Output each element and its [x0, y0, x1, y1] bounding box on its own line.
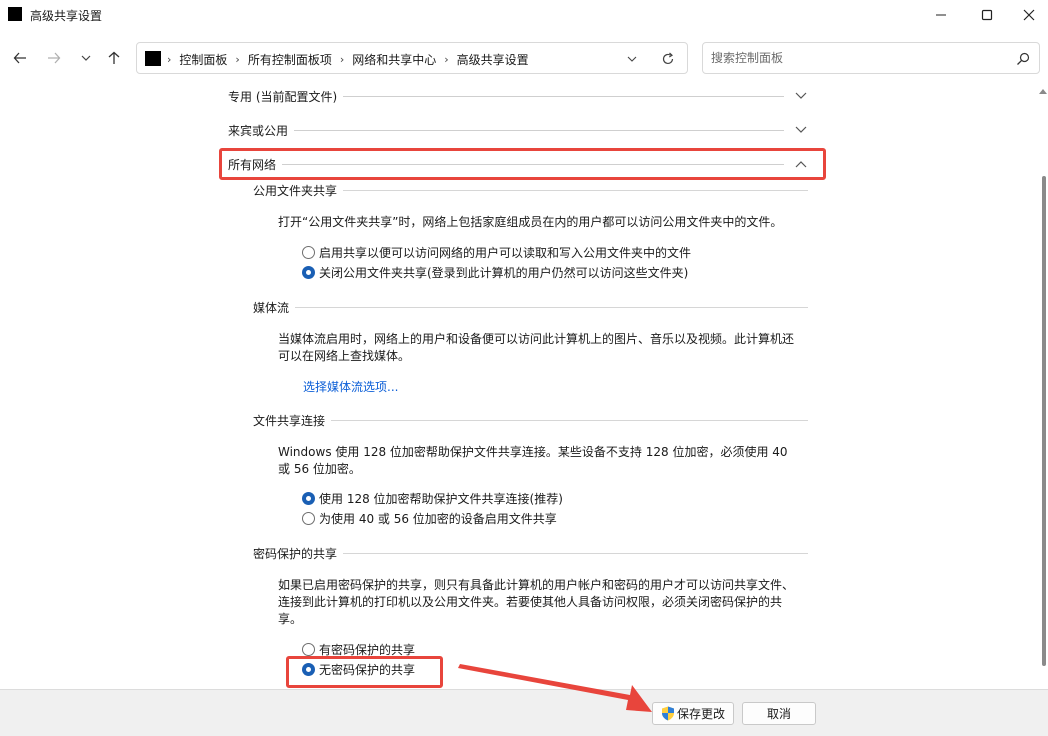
maximize-icon: [981, 9, 993, 21]
control-panel-icon: [145, 51, 161, 66]
media-heading: 媒体流: [253, 298, 808, 316]
breadcrumb-item[interactable]: 网络和共享中心: [352, 51, 436, 68]
chevron-down-icon: [627, 56, 637, 62]
chevron-right-icon: ›: [167, 53, 172, 66]
highlight-box: [286, 656, 443, 688]
title-bar: 高级共享设置: [0, 0, 1048, 30]
save-changes-label: 保存更改: [676, 707, 725, 721]
chevron-down-icon: [81, 55, 91, 61]
password-heading-text: 密码保护的共享: [253, 546, 338, 561]
chevron-down-icon[interactable]: [795, 126, 807, 134]
radio-label[interactable]: 启用共享以便可以访问网络的用户可以读取和写入公用文件夹中的文件: [319, 244, 691, 261]
profile-guest-header[interactable]: 来宾或公用: [228, 120, 808, 140]
profile-private-label: 专用 (当前配置文件): [228, 89, 338, 104]
radio-button[interactable]: [302, 512, 315, 525]
media-description: 当媒体流启用时，网络上的用户和设备便可以访问此计算机上的图片、音乐以及视频。此计…: [278, 332, 795, 363]
public-folder-heading: 公用文件夹共享: [253, 181, 808, 199]
forward-button[interactable]: [42, 46, 66, 70]
highlight-box: [219, 148, 826, 180]
radio-label[interactable]: 使用 128 位加密帮助保护文件共享连接(推荐): [319, 490, 563, 507]
public-folder-heading-text: 公用文件夹共享: [253, 183, 338, 198]
save-changes-button[interactable]: 保存更改: [652, 702, 734, 725]
profile-guest-label: 来宾或公用: [228, 123, 289, 138]
close-icon: [1023, 9, 1035, 21]
encryption-40-56-option[interactable]: 为使用 40 或 56 位加密的设备启用文件共享: [302, 510, 557, 527]
address-toolbar: › 控制面板 › 所有控制面板项 › 网络和共享中心 › 高级共享设置: [0, 30, 1048, 86]
search-input[interactable]: [711, 49, 1001, 67]
arrow-left-icon: [13, 52, 26, 64]
divider: [295, 306, 808, 308]
settings-content: 专用 (当前配置文件) 来宾或公用 所有网络 公用文件夹共享 打开“公用文件夹共…: [0, 86, 1048, 689]
up-button[interactable]: [102, 46, 126, 70]
address-field[interactable]: › 控制面板 › 所有控制面板项 › 网络和共享中心 › 高级共享设置: [136, 42, 688, 74]
public-folder-on-option[interactable]: 启用共享以便可以访问网络的用户可以读取和写入公用文件夹中的文件: [302, 244, 691, 261]
search-icon: [1017, 52, 1030, 65]
divider: [343, 552, 808, 554]
divider: [331, 419, 808, 421]
breadcrumb-item[interactable]: 高级共享设置: [457, 51, 529, 68]
arrow-right-icon: [48, 52, 61, 64]
divider: [343, 95, 784, 97]
minimize-button[interactable]: [918, 0, 964, 30]
divider: [294, 129, 784, 131]
public-folder-description: 打开“公用文件夹共享”时，网络上包括家庭组成员在内的用户都可以访问公用文件夹中的…: [278, 215, 783, 229]
file-sharing-description: Windows 使用 128 位加密帮助保护文件共享连接。某些设备不支持 128…: [278, 445, 788, 476]
chevron-right-icon[interactable]: ›: [340, 53, 344, 66]
media-options-link[interactable]: 选择媒体流选项...: [303, 378, 398, 395]
back-button[interactable]: [8, 46, 32, 70]
refresh-icon: [662, 52, 674, 65]
close-button[interactable]: [1006, 0, 1048, 30]
radio-label[interactable]: 为使用 40 或 56 位加密的设备启用文件共享: [319, 510, 557, 527]
chevron-right-icon[interactable]: ›: [235, 53, 239, 66]
password-description: 如果已启用密码保护的共享，则只有具备此计算机的用户帐户和密码的用户才可以访问共享…: [278, 578, 795, 626]
radio-label[interactable]: 关闭公用文件夹共享(登录到此计算机的用户仍然可以访问这些文件夹): [319, 264, 688, 281]
arrow-up-icon: [108, 51, 120, 64]
cancel-label: 取消: [766, 707, 791, 721]
radio-button-selected[interactable]: [302, 492, 315, 505]
breadcrumb-item[interactable]: 所有控制面板项: [248, 51, 332, 68]
refresh-button[interactable]: [659, 50, 677, 68]
profile-private-header[interactable]: 专用 (当前配置文件): [228, 86, 808, 106]
file-sharing-heading: 文件共享连接: [253, 411, 808, 429]
media-heading-text: 媒体流: [253, 300, 290, 315]
address-dropdown-button[interactable]: [623, 50, 641, 68]
chevron-down-icon[interactable]: [795, 92, 807, 100]
public-folder-off-option[interactable]: 关闭公用文件夹共享(登录到此计算机的用户仍然可以访问这些文件夹): [302, 264, 688, 281]
radio-button[interactable]: [302, 246, 315, 259]
radio-button-selected[interactable]: [302, 266, 315, 279]
window-title: 高级共享设置: [30, 9, 103, 23]
button-bar: 保存更改 取消: [0, 689, 1048, 736]
cancel-button[interactable]: 取消: [742, 702, 816, 725]
uac-shield-icon: [661, 706, 674, 721]
radio-button[interactable]: [302, 643, 315, 656]
password-heading: 密码保护的共享: [253, 544, 808, 562]
minimize-icon: [936, 14, 946, 16]
encryption-128-option[interactable]: 使用 128 位加密帮助保护文件共享连接(推荐): [302, 490, 563, 507]
breadcrumb: › 控制面板 › 所有控制面板项 › 网络和共享中心 › 高级共享设置: [167, 51, 529, 68]
search-box[interactable]: [702, 42, 1040, 74]
app-icon: [8, 7, 22, 21]
breadcrumb-item[interactable]: 控制面板: [179, 51, 227, 68]
scrollbar-thumb[interactable]: [1042, 176, 1046, 666]
divider: [343, 189, 808, 191]
recent-locations-button[interactable]: [74, 46, 98, 70]
file-sharing-heading-text: 文件共享连接: [253, 413, 326, 428]
maximize-button[interactable]: [964, 0, 1010, 30]
chevron-right-icon[interactable]: ›: [444, 53, 448, 66]
scroll-up-icon[interactable]: [1039, 88, 1047, 94]
